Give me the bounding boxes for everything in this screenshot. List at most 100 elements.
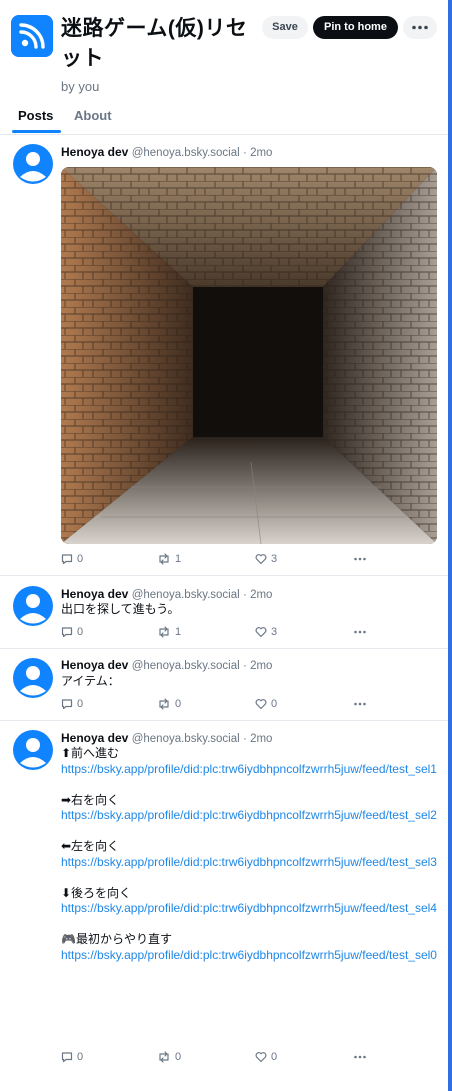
like-count: 3 — [271, 626, 278, 638]
heart-icon — [255, 554, 267, 565]
repost-button[interactable]: 0 — [157, 1051, 181, 1063]
like-button[interactable]: 3 — [255, 553, 277, 565]
like-count: 0 — [271, 698, 278, 710]
repost-button[interactable]: 0 — [157, 698, 181, 710]
option-label: ⬅左を向く — [61, 839, 120, 853]
option-label: ➡右を向く — [61, 792, 120, 807]
active-tab-indicator — [12, 130, 61, 133]
reply-button[interactable]: 0 — [61, 553, 83, 565]
repost-count: 1 — [175, 626, 182, 638]
reply-count: 0 — [77, 698, 84, 710]
post-more-button[interactable] — [353, 626, 367, 638]
repost-count: 0 — [175, 1051, 182, 1063]
post-more-button[interactable] — [353, 1051, 367, 1063]
option-right: ➡右を向く https://bsky.app/profile/did:plc:t… — [61, 793, 439, 824]
reply-count: 0 — [77, 1051, 84, 1063]
author-handle[interactable]: @henoya.bsky.social — [132, 589, 240, 601]
option-link[interactable]: https://bsky.app/profile/did:plc:trw6iyd… — [61, 901, 439, 917]
post-header: Henoya dev @henoya.bsky.social · 2mo — [61, 145, 273, 159]
post-time: 2mo — [250, 733, 273, 745]
tab-about[interactable]: About — [74, 108, 112, 123]
author-name[interactable]: Henoya dev — [61, 145, 128, 159]
avatar-icon[interactable] — [13, 144, 53, 184]
option-label: ⬇後ろを向く — [61, 885, 132, 900]
option-forward: ⬆前へ進む https://bsky.app/profile/did:plc:t… — [61, 746, 439, 777]
avatar-icon[interactable] — [13, 658, 53, 698]
post-header: Henoya dev @henoya.bsky.social · 2mo — [61, 587, 273, 601]
option-link[interactable]: https://bsky.app/profile/did:plc:trw6iyd… — [61, 948, 439, 964]
post-item[interactable]: Henoya dev @henoya.bsky.social · 2mo アイテ… — [0, 649, 448, 721]
heart-icon — [255, 1052, 267, 1063]
reply-button[interactable]: 0 — [61, 626, 83, 638]
like-button[interactable]: 0 — [255, 698, 277, 710]
feed-header: 迷路ゲーム(仮)リセット by you Save Pin to home Pos… — [0, 0, 448, 135]
repost-icon — [159, 1051, 169, 1063]
post-text: 出口を探して進もう。 — [61, 602, 180, 616]
reply-button[interactable]: 0 — [61, 698, 83, 710]
repost-count: 0 — [175, 698, 182, 710]
feed-byline: by you — [61, 79, 100, 94]
post-more-button[interactable] — [353, 553, 367, 565]
ellipsis-icon — [354, 630, 366, 634]
post-actions: 0 0 0 — [61, 698, 439, 712]
more-options-button[interactable] — [403, 16, 437, 39]
reply-icon — [61, 1052, 73, 1063]
post-actions: 0 1 3 — [61, 626, 439, 640]
author-handle[interactable]: @henoya.bsky.social — [132, 733, 240, 745]
window-edge — [448, 0, 452, 1091]
ellipsis-icon — [412, 25, 428, 30]
post-body: ⬆前へ進む https://bsky.app/profile/did:plc:t… — [61, 746, 439, 979]
reply-icon — [61, 627, 73, 638]
repost-count: 1 — [175, 553, 182, 565]
like-count: 3 — [271, 553, 278, 565]
repost-icon — [159, 698, 169, 710]
option-label: 🎮最初からやり直す — [61, 932, 172, 946]
heart-icon — [255, 627, 267, 638]
reply-icon — [61, 699, 73, 710]
reply-icon — [61, 554, 73, 565]
pin-to-home-button[interactable]: Pin to home — [313, 16, 398, 39]
feed-icon — [11, 15, 53, 57]
option-link[interactable]: https://bsky.app/profile/did:plc:trw6iyd… — [61, 855, 439, 871]
ellipsis-icon — [354, 1055, 366, 1059]
like-button[interactable]: 3 — [255, 626, 277, 638]
reply-count: 0 — [77, 626, 84, 638]
repost-button[interactable]: 1 — [157, 553, 181, 565]
reply-count: 0 — [77, 553, 84, 565]
feed-title: 迷路ゲーム(仮)リセット — [61, 17, 248, 70]
author-name[interactable]: Henoya dev — [61, 587, 128, 601]
repost-button[interactable]: 1 — [157, 626, 181, 638]
save-button[interactable]: Save — [262, 16, 308, 39]
post-text: アイテム： — [61, 674, 120, 688]
like-count: 0 — [271, 1051, 278, 1063]
post-header: Henoya dev @henoya.bsky.social · 2mo — [61, 658, 273, 672]
option-link[interactable]: https://bsky.app/profile/did:plc:trw6iyd… — [61, 808, 439, 824]
post-time: 2mo — [250, 147, 273, 159]
option-link[interactable]: https://bsky.app/profile/did:plc:trw6iyd… — [61, 762, 439, 778]
post-time: 2mo — [250, 660, 273, 672]
tab-posts[interactable]: Posts — [18, 108, 53, 123]
post-item[interactable]: Henoya dev @henoya.bsky.social · 2mo 出口を… — [0, 576, 448, 649]
post-time: 2mo — [250, 589, 273, 601]
post-actions: 0 1 3 — [61, 553, 439, 567]
option-back: ⬇後ろを向く https://bsky.app/profile/did:plc:… — [61, 886, 439, 917]
post-header: Henoya dev @henoya.bsky.social · 2mo — [61, 731, 273, 745]
post-more-button[interactable] — [353, 698, 367, 710]
ellipsis-icon — [354, 702, 366, 706]
author-handle[interactable]: @henoya.bsky.social — [132, 660, 240, 672]
author-name[interactable]: Henoya dev — [61, 731, 128, 745]
avatar-icon[interactable] — [13, 586, 53, 626]
author-name[interactable]: Henoya dev — [61, 658, 128, 672]
option-restart: 🎮最初からやり直す https://bsky.app/profile/did:p… — [61, 932, 439, 963]
option-label: ⬆前へ進む — [61, 746, 120, 760]
author-handle[interactable]: @henoya.bsky.social — [132, 147, 240, 159]
repost-icon — [159, 626, 169, 638]
ellipsis-icon — [354, 557, 366, 561]
like-button[interactable]: 0 — [255, 1051, 277, 1063]
post-actions: 0 0 0 — [61, 1051, 439, 1065]
post-item[interactable]: Henoya dev @henoya.bsky.social · 2mo ⬆前へ… — [0, 721, 448, 1076]
reply-button[interactable]: 0 — [61, 1051, 83, 1063]
repost-icon — [159, 553, 169, 565]
stone-corridor-image[interactable] — [61, 167, 437, 544]
avatar-icon[interactable] — [13, 730, 53, 770]
